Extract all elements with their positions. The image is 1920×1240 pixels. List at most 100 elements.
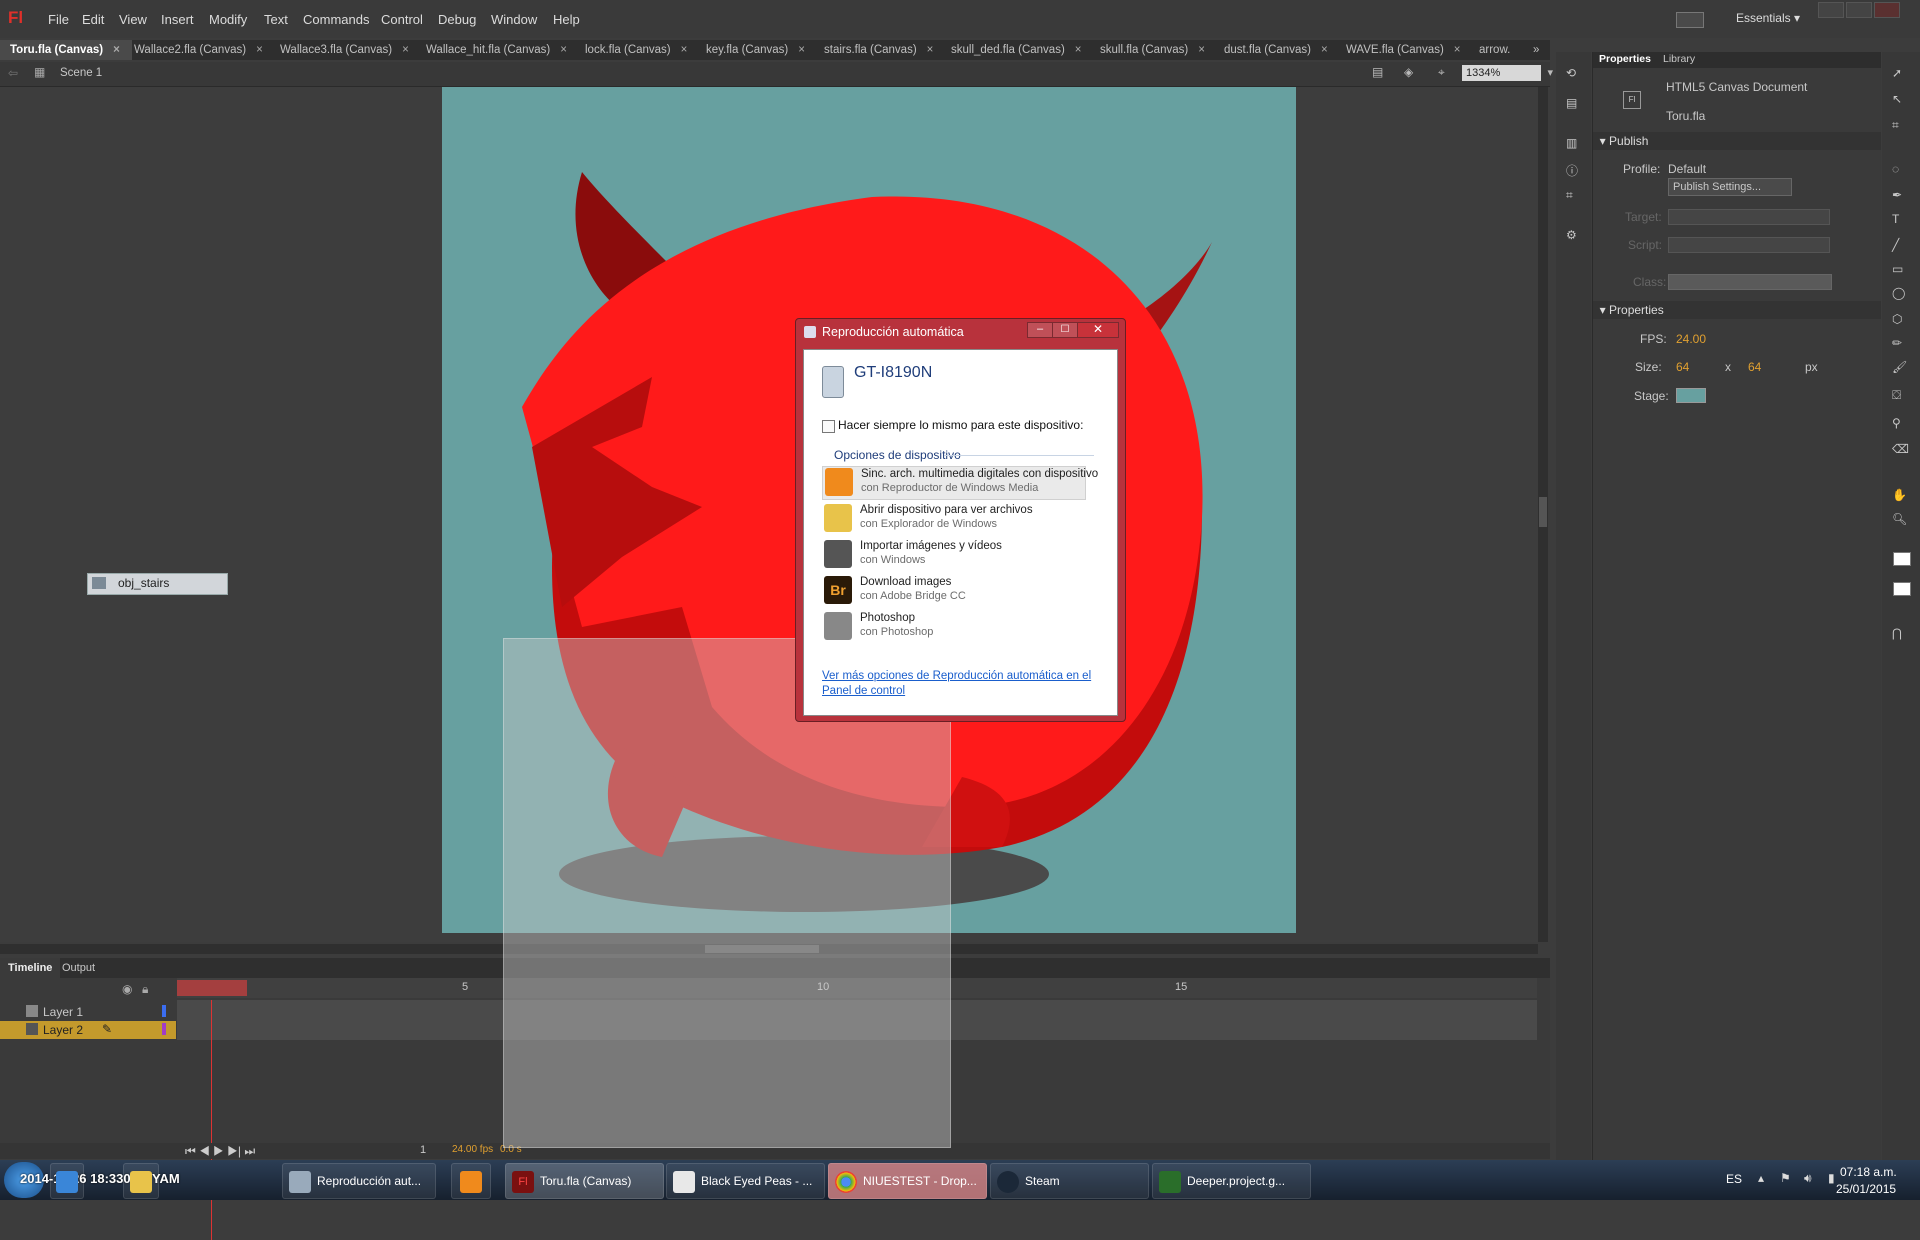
minimize-button[interactable] bbox=[1818, 2, 1844, 18]
volume-icon[interactable]: 🔊︎ bbox=[1804, 1171, 1812, 1186]
tabs-overflow-icon[interactable]: » bbox=[1533, 40, 1539, 60]
snap-magnet-icon[interactable]: ⋂ bbox=[1892, 626, 1902, 640]
menu-help[interactable]: Help bbox=[553, 12, 580, 27]
menu-modify[interactable]: Modify bbox=[209, 12, 247, 27]
option-import-images[interactable]: Importar imágenes y vídeos con Windows bbox=[822, 539, 1084, 571]
paint-bucket-icon[interactable]: ⛋ bbox=[1892, 388, 1901, 403]
option-photoshop[interactable]: Photoshop con Photoshop bbox=[822, 611, 1084, 643]
scroll-thumb[interactable] bbox=[1539, 497, 1547, 527]
polystar-tool-icon[interactable]: ⬡ bbox=[1892, 312, 1902, 326]
layer-row-2[interactable]: Layer 2 ✎ bbox=[0, 1021, 176, 1039]
dialog-close-button[interactable]: ✕ bbox=[1077, 322, 1119, 338]
close-icon[interactable]: × bbox=[560, 44, 567, 56]
transform-icon[interactable]: ⌗ bbox=[1566, 188, 1573, 203]
taskbar-explorer[interactable] bbox=[123, 1163, 159, 1199]
close-icon[interactable]: × bbox=[927, 44, 934, 56]
current-frame[interactable]: 1 bbox=[420, 1144, 426, 1156]
taskbar-autoplay[interactable]: Reproducción aut... bbox=[282, 1163, 436, 1199]
playback-controls-icon[interactable]: ⏮ ◀ ▶ ▶| ⏭ bbox=[185, 1144, 255, 1159]
option-sync-media[interactable]: Sinc. arch. multimedia digitales con dis… bbox=[822, 466, 1098, 500]
clock-date[interactable]: 25/01/2015 bbox=[1836, 1182, 1896, 1196]
line-tool-icon[interactable]: ╱ bbox=[1892, 238, 1899, 252]
pencil-tool-icon[interactable]: ✏ bbox=[1892, 336, 1902, 350]
properties-section-header[interactable]: ▾ Properties bbox=[1593, 301, 1881, 319]
menu-commands[interactable]: Commands bbox=[303, 12, 369, 27]
close-button[interactable] bbox=[1874, 2, 1900, 18]
menu-insert[interactable]: Insert bbox=[161, 12, 194, 27]
taskbar-ie[interactable] bbox=[50, 1163, 84, 1199]
fps-value[interactable]: 24.00 bbox=[1676, 332, 1706, 346]
script-select[interactable] bbox=[1668, 237, 1830, 253]
close-icon[interactable]: × bbox=[681, 44, 688, 56]
fill-color-swatch[interactable] bbox=[1893, 582, 1911, 596]
action-center-icon[interactable]: ⚑ bbox=[1780, 1171, 1791, 1185]
menu-debug[interactable]: Debug bbox=[438, 12, 476, 27]
free-transform-icon[interactable]: ⌗ bbox=[1892, 118, 1899, 133]
publish-settings-button[interactable]: Publish Settings... bbox=[1668, 178, 1792, 196]
close-icon[interactable]: × bbox=[1198, 44, 1205, 56]
stroke-color-swatch[interactable] bbox=[1893, 552, 1911, 566]
eye-icon[interactable]: ◉ bbox=[122, 982, 132, 996]
tab-output[interactable]: Output bbox=[62, 958, 95, 978]
vertical-scrollbar[interactable] bbox=[1538, 87, 1548, 942]
dialog-minimize-button[interactable]: – bbox=[1027, 322, 1053, 338]
hand-tool-icon[interactable]: ✋ bbox=[1892, 488, 1907, 502]
class-field[interactable] bbox=[1668, 274, 1832, 290]
timeline-fps[interactable]: 24.00 fps bbox=[452, 1144, 493, 1155]
subselection-tool-icon[interactable]: ↖ bbox=[1892, 92, 1902, 106]
height-value[interactable]: 64 bbox=[1748, 360, 1761, 374]
tab-dust[interactable]: dust.fla (Canvas) × bbox=[1224, 40, 1328, 60]
publish-section-header[interactable]: ▾ Publish bbox=[1593, 132, 1881, 150]
layer-row-1[interactable]: Layer 1 bbox=[0, 1003, 176, 1021]
option-download-images[interactable]: Br Download images con Adobe Bridge CC bbox=[822, 575, 1084, 607]
tab-wallace3[interactable]: Wallace3.fla (Canvas) × bbox=[280, 40, 409, 60]
tab-key[interactable]: key.fla (Canvas) × bbox=[706, 40, 805, 60]
tab-stairs[interactable]: stairs.fla (Canvas) × bbox=[824, 40, 933, 60]
taskbar-media-player[interactable] bbox=[451, 1163, 491, 1199]
menu-control[interactable]: Control bbox=[381, 12, 423, 27]
maximize-button[interactable] bbox=[1846, 2, 1872, 18]
width-value[interactable]: 64 bbox=[1676, 360, 1689, 374]
pen-tool-icon[interactable]: ✒ bbox=[1892, 188, 1902, 202]
close-icon[interactable]: × bbox=[1321, 44, 1328, 56]
tab-skull-ded[interactable]: skull_ded.fla (Canvas) × bbox=[951, 40, 1082, 60]
back-arrow-icon[interactable]: ⇦ bbox=[8, 66, 18, 80]
tab-wave[interactable]: WAVE.fla (Canvas) × bbox=[1346, 40, 1461, 60]
taskbar-gamemaker[interactable]: Deeper.project.g... bbox=[1152, 1163, 1311, 1199]
taskbar-steam[interactable]: Steam bbox=[990, 1163, 1149, 1199]
always-do-checkbox[interactable] bbox=[822, 420, 835, 433]
edit-symbols-icon[interactable]: ◈ bbox=[1404, 65, 1413, 79]
selection-tool-icon[interactable]: ➚ bbox=[1892, 66, 1902, 80]
tab-wallace-hit[interactable]: Wallace_hit.fla (Canvas) × bbox=[426, 40, 567, 60]
target-select[interactable] bbox=[1668, 209, 1830, 225]
tab-wallace2[interactable]: Wallace2.fla (Canvas) × bbox=[134, 40, 263, 60]
zoom-tool-icon[interactable]: 🔍︎ bbox=[1892, 512, 1907, 526]
menu-text[interactable]: Text bbox=[264, 12, 288, 27]
dialog-maximize-button[interactable]: ☐ bbox=[1052, 322, 1078, 338]
sync-icon[interactable] bbox=[1676, 12, 1704, 28]
menu-edit[interactable]: Edit bbox=[82, 12, 104, 27]
oval-tool-icon[interactable]: ◯ bbox=[1892, 286, 1905, 300]
code-snippets-icon[interactable]: ⚙ bbox=[1566, 228, 1577, 242]
layer-color[interactable] bbox=[162, 1005, 166, 1017]
clock-time[interactable]: 07:18 a.m. bbox=[1840, 1165, 1897, 1179]
workspace-switcher[interactable]: Essentials ▾ bbox=[1736, 11, 1800, 25]
taskbar-flash[interactable]: Fl Toru.fla (Canvas) bbox=[505, 1163, 664, 1199]
more-autoplay-options-link[interactable]: Ver más opciones de Reproducción automát… bbox=[822, 669, 1102, 699]
tab-properties[interactable]: Properties bbox=[1599, 53, 1651, 65]
eyedropper-icon[interactable]: ⚲ bbox=[1892, 416, 1901, 430]
eraser-icon[interactable]: ⌫ bbox=[1892, 442, 1909, 456]
tray-chevron-icon[interactable]: ▴ bbox=[1758, 1171, 1764, 1185]
align-icon[interactable]: ▤ bbox=[1566, 96, 1577, 110]
network-icon[interactable]: ▮ bbox=[1828, 1171, 1835, 1185]
zoom-select[interactable]: 1334% ▾ bbox=[1462, 65, 1553, 81]
menu-file[interactable]: File bbox=[48, 12, 69, 27]
motion-editor-icon[interactable]: ⟲ bbox=[1566, 66, 1576, 80]
close-icon[interactable]: × bbox=[1075, 44, 1082, 56]
menu-window[interactable]: Window bbox=[491, 12, 537, 27]
tab-toru[interactable]: Toru.fla (Canvas) × bbox=[0, 40, 132, 60]
tab-arrow[interactable]: arrow. bbox=[1479, 40, 1510, 60]
close-icon[interactable]: × bbox=[113, 44, 120, 56]
edit-scene-icon[interactable]: ▤ bbox=[1372, 65, 1383, 79]
layer-color[interactable] bbox=[162, 1023, 166, 1035]
